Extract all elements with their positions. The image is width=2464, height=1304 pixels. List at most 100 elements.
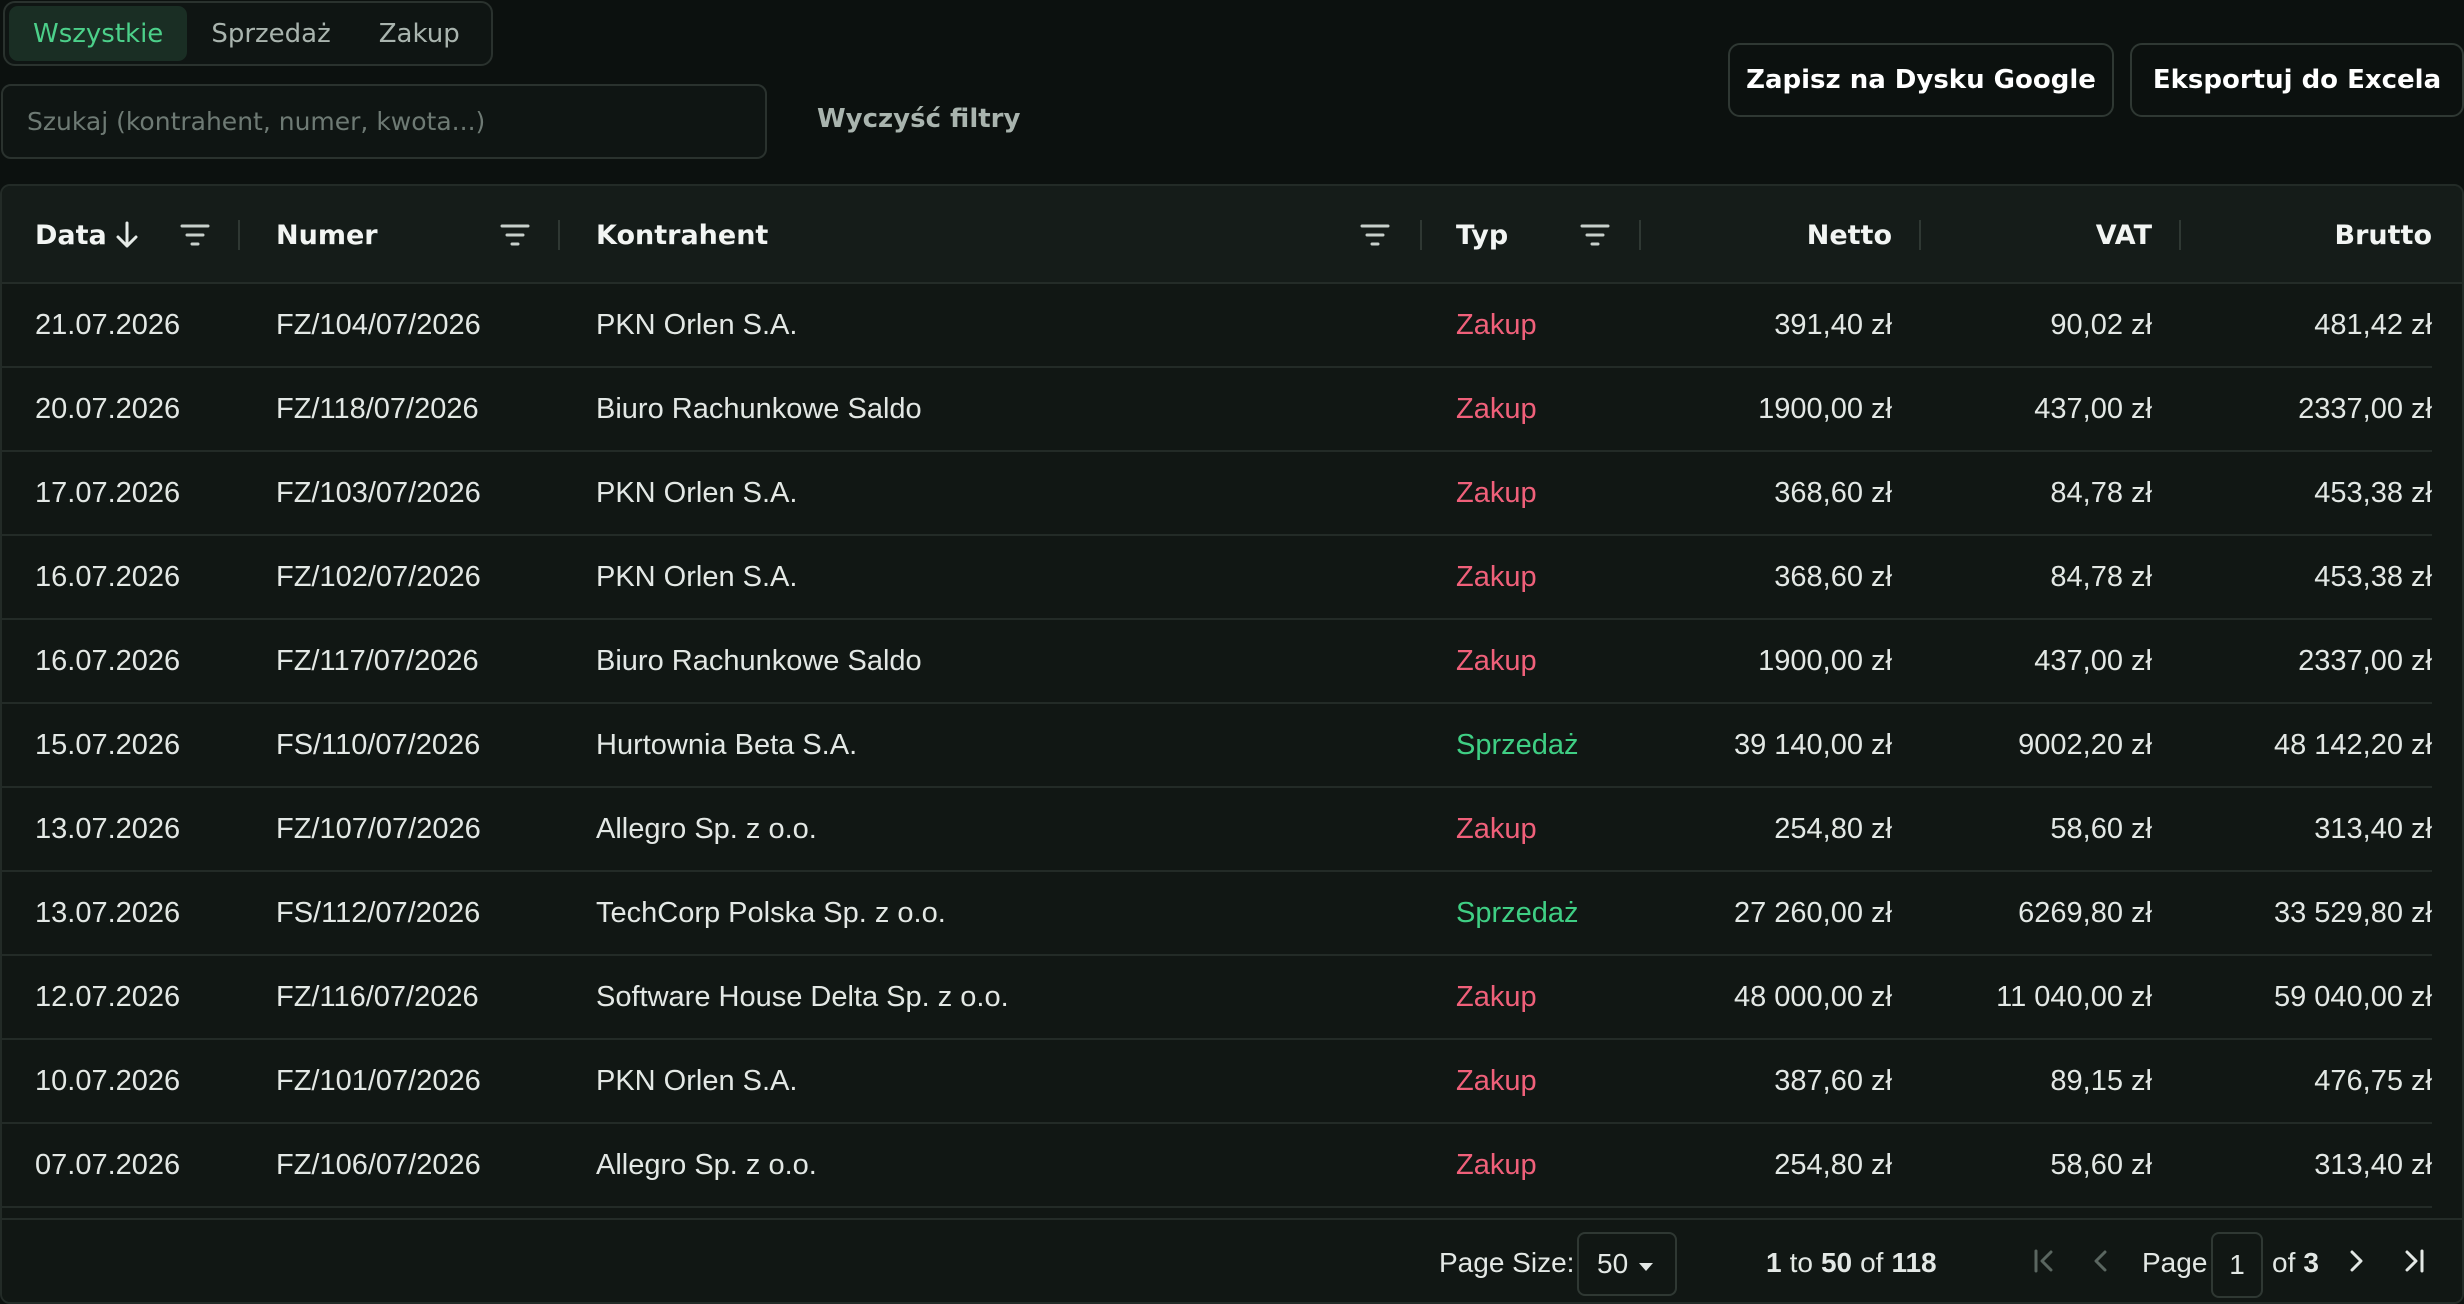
column-separator[interactable] [238,220,240,250]
filter-icon[interactable] [1580,222,1610,248]
cell-number: FZ/117/07/2026 [276,644,479,677]
table-row[interactable]: 10.07.2026 FZ/101/07/2026 PKN Orlen S.A. Za… [2,1040,2432,1124]
first-page-icon[interactable] [2032,1248,2056,1274]
header-date[interactable]: Data [35,186,107,284]
page-total: 3 [2303,1247,2319,1278]
table-row[interactable]: 16.07.2026 FZ/117/07/2026 Biuro Rachunkowe… [2,620,2432,704]
cell-gross: 2337,00 zł [2298,392,2432,425]
cell-type: Zakup [1456,392,1537,425]
last-page-icon[interactable] [2402,1248,2426,1274]
clear-filters-button[interactable]: Wyczyść filtry [817,104,1020,134]
sort-descending-icon[interactable] [114,220,140,250]
cell-gross: 313,40 zł [2314,1148,2432,1181]
cell-date: 16.07.2026 [35,644,181,677]
table-row[interactable]: 20.07.2026 FZ/118/07/2026 Biuro Rachunkowe… [2,368,2432,452]
search-input[interactable] [27,107,765,136]
cell-net: 27 260,00 zł [1733,896,1892,929]
column-separator[interactable] [1639,220,1641,250]
cell-gross: 2337,00 zł [2298,644,2432,677]
column-separator[interactable] [2179,220,2181,250]
cell-number: FS/112/07/2026 [276,896,481,929]
cell-vat: 89,15 zł [2050,1064,2152,1097]
next-page-icon[interactable] [2347,1248,2367,1274]
page-of: of 3 [2272,1220,2319,1302]
caret-down-icon [1638,1248,1654,1280]
cell-gross: 453,38 zł [2314,560,2432,593]
cell-contractor: Hurtownia Beta S.A. [596,728,858,761]
table-row[interactable]: 12.07.2026 FZ/116/07/2026 Software House D… [2,956,2432,1040]
tab-all[interactable]: Wszystkie [9,6,188,61]
table-row[interactable]: 15.07.2026 FS/110/07/2026 Hurtownia Beta S… [2,704,2432,788]
export-excel-button[interactable]: Eksportuj do Excela [2130,43,2464,117]
header-gross[interactable]: Brutto [2192,186,2432,284]
cell-number: FZ/102/07/2026 [276,560,481,593]
cell-net: 387,60 zł [1774,1064,1892,1097]
page-number-input[interactable]: 1 [2211,1232,2263,1298]
cell-type: Zakup [1456,560,1537,593]
cell-date: 07.07.2026 [35,1148,181,1181]
cell-number: FZ/103/07/2026 [276,476,481,509]
grid-header: Data Numer Kontrahent Typ Netto VAT Brut… [2,186,2462,284]
column-separator[interactable] [1420,220,1422,250]
page-of-word: of [2272,1247,2296,1278]
cell-contractor: PKN Orlen S.A. [596,1064,798,1097]
table-row[interactable]: 07.07.2026 FZ/106/07/2026 Allegro Sp. z o.… [2,1124,2432,1208]
cell-date: 15.07.2026 [35,728,181,761]
previous-page-icon[interactable] [2090,1248,2110,1274]
cell-contractor: Allegro Sp. z o.o. [596,812,817,845]
table-row[interactable]: 17.07.2026 FZ/103/07/2026 PKN Orlen S.A. Za… [2,452,2432,536]
column-separator[interactable] [558,220,560,250]
save-google-drive-button[interactable]: Zapisz na Dysku Google [1728,43,2114,117]
cell-date: 17.07.2026 [35,476,181,509]
cell-type: Zakup [1456,476,1537,509]
cell-vat: 437,00 zł [2034,392,2152,425]
cell-number: FZ/101/07/2026 [276,1064,481,1097]
header-net[interactable]: Netto [1652,186,1892,284]
filter-icon[interactable] [500,222,530,248]
search-box [1,84,767,159]
cell-number: FZ/107/07/2026 [276,812,481,845]
header-contractor[interactable]: Kontrahent [596,186,768,284]
table-row[interactable]: 21.07.2026 FZ/104/07/2026 PKN Orlen S.A. Za… [2,284,2432,368]
vertical-scrollbar[interactable] [2447,284,2462,1284]
cell-date: 13.07.2026 [35,896,181,929]
cell-net: 48 000,00 zł [1733,980,1892,1013]
cell-date: 16.07.2026 [35,560,181,593]
cell-contractor: Allegro Sp. z o.o. [596,1148,817,1181]
cell-contractor: PKN Orlen S.A. [596,560,798,593]
table-row[interactable]: 13.07.2026 FS/112/07/2026 TechCorp Polska … [2,872,2432,956]
header-type[interactable]: Typ [1456,186,1508,284]
header-vat[interactable]: VAT [1932,186,2152,284]
cell-gross: 481,42 zł [2314,308,2432,341]
filter-icon[interactable] [1360,222,1390,248]
cell-contractor: PKN Orlen S.A. [596,308,798,341]
cell-gross: 313,40 zł [2314,812,2432,845]
header-number[interactable]: Numer [276,186,378,284]
cell-type: Zakup [1456,1148,1537,1181]
invoice-grid: Data Numer Kontrahent Typ Netto VAT Brut… [0,184,2464,1304]
column-separator[interactable] [1919,220,1921,250]
cell-vat: 58,60 zł [2050,812,2152,845]
cell-contractor: TechCorp Polska Sp. z o.o. [596,896,946,929]
tab-purchase[interactable]: Zakup [355,6,484,61]
page-size-select[interactable]: 50 [1577,1232,1677,1296]
cell-vat: 6269,80 zł [2018,896,2152,929]
cell-gross: 476,75 zł [2314,1064,2432,1097]
table-row[interactable]: 16.07.2026 FZ/102/07/2026 PKN Orlen S.A. Za… [2,536,2432,620]
cell-net: 1900,00 zł [1758,644,1892,677]
filter-icon[interactable] [180,222,210,248]
cell-gross: 59 040,00 zł [2273,980,2432,1013]
cell-number: FZ/116/07/2026 [276,980,479,1013]
cell-vat: 9002,20 zł [2018,728,2152,761]
cell-net: 368,60 zł [1774,476,1892,509]
cell-date: 21.07.2026 [35,308,181,341]
tab-sales[interactable]: Sprzedaż [187,6,354,61]
table-row[interactable]: 13.07.2026 FZ/107/07/2026 Allegro Sp. z o.… [2,788,2432,872]
cell-type: Zakup [1456,1064,1537,1097]
cell-vat: 437,00 zł [2034,644,2152,677]
cell-number: FZ/106/07/2026 [276,1148,481,1181]
cell-vat: 58,60 zł [2050,1148,2152,1181]
cell-vat: 11 040,00 zł [1996,980,2152,1013]
cell-gross: 33 529,80 zł [2273,896,2432,929]
cell-vat: 84,78 zł [2050,560,2152,593]
